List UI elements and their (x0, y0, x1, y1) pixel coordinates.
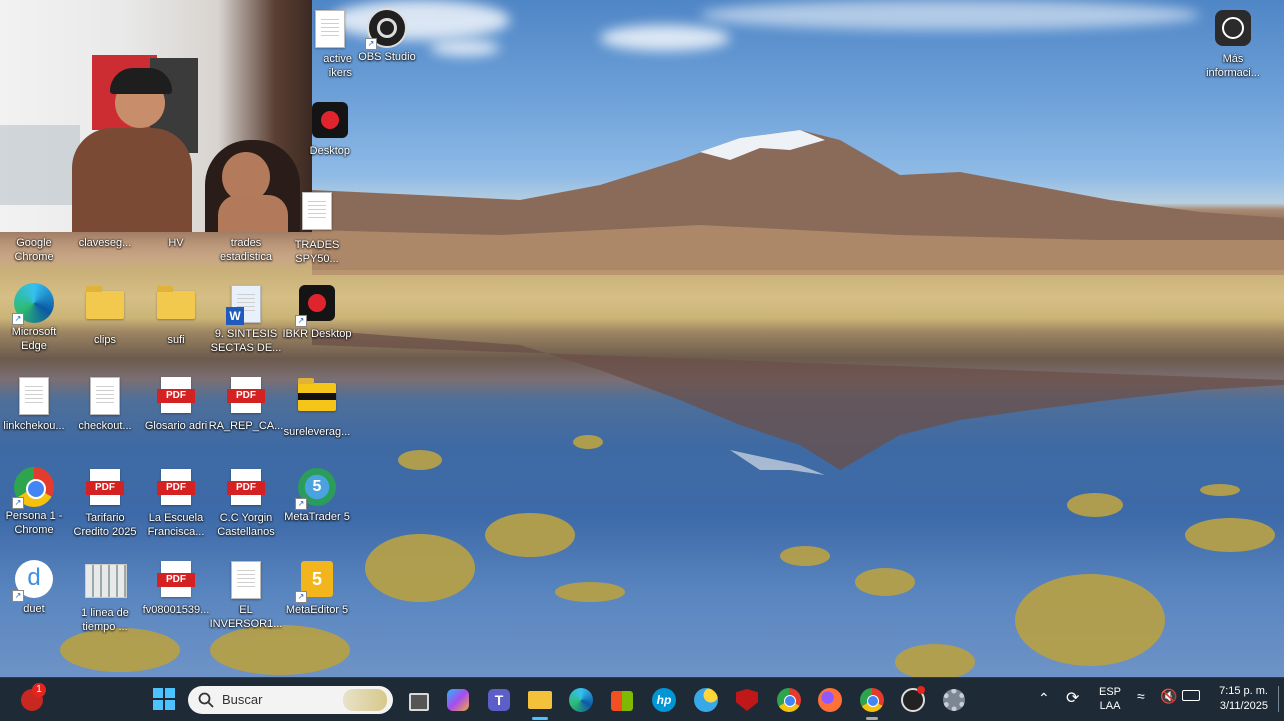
metatrader-icon: 5 ↗ (295, 468, 337, 510)
chrome-profile-icon: ↗ (12, 467, 54, 509)
copilot-icon[interactable] (444, 686, 472, 714)
desktop-icon-persona-1-chrome[interactable]: ↗ Persona 1 - Chrome (0, 467, 72, 537)
desktop-icon-metatrader-5[interactable]: 5 ↗ MetaTrader 5 (279, 467, 355, 524)
settings-icon[interactable] (940, 686, 968, 714)
desktop-icon-metaeditor-5[interactable]: 5 ↗ MetaEditor 5 (279, 559, 355, 617)
metaeditor-icon: 5 ↗ (295, 561, 337, 603)
desktop-icon-trades-estadistica[interactable]: trades estadistica (208, 198, 284, 264)
desktop-icon-tarifario-credito[interactable]: PDF Tarifario Credito 2025 (67, 467, 143, 539)
volume-muted-icon[interactable]: 🔇 (1160, 688, 1177, 705)
document-icon (297, 192, 337, 232)
time-label: 7:15 p. m. (1219, 685, 1268, 697)
edge-icon[interactable] (567, 686, 595, 714)
document-icon (85, 377, 125, 417)
desktop-wallpaper: Google Chrome claveseg... HV trades esta… (0, 0, 1284, 677)
date-label: 3/11/2025 (1219, 700, 1268, 712)
search-icon (198, 692, 214, 708)
chrome-icon[interactable] (775, 686, 803, 714)
ibkr-icon (310, 102, 350, 142)
ibkr-icon: ↗ (295, 285, 337, 327)
search-highlight-image (343, 689, 387, 711)
desktop-icon-hv[interactable]: HV (138, 198, 214, 250)
obs-icon[interactable] (899, 686, 927, 714)
pdf-icon: PDF (226, 469, 266, 509)
search-box[interactable]: Buscar (188, 686, 393, 714)
wifi-icon[interactable]: ≈ (1137, 688, 1145, 704)
show-desktop-button[interactable] (1278, 686, 1279, 712)
notification-app-icon[interactable]: 1 (18, 683, 46, 714)
folder-icon (85, 286, 125, 331)
weather-icon[interactable] (692, 686, 720, 714)
desktop-icon-ibkr-desktop-top[interactable]: Desktop (292, 100, 368, 158)
desktop-icon-checkout[interactable]: checkout... (67, 375, 143, 433)
desktop-icon-trades-spy50[interactable]: TRADES SPY50... (279, 190, 355, 266)
document-icon (310, 10, 350, 50)
desktop-icon-claveseguridad[interactable]: claveseg... (67, 198, 143, 250)
folder-icon (156, 286, 196, 331)
chevron-up-icon[interactable]: ⌃ (1038, 690, 1050, 707)
desktop-icon-ra-rep-ca[interactable]: PDF RA_REP_CA... (208, 375, 284, 433)
desktop-icon-obs-studio[interactable]: ↗ OBS Studio (349, 8, 425, 64)
spotlight-icon (1213, 10, 1253, 50)
start-icon[interactable] (151, 686, 179, 714)
teams-icon[interactable]: T (485, 686, 513, 714)
desktop-icon-cc-yorgin[interactable]: PDF C.C Yorgin Castellanos (208, 467, 284, 539)
search-placeholder: Buscar (222, 692, 263, 707)
folder-icon (297, 378, 337, 423)
document-icon (14, 377, 54, 417)
edge-icon: ↗ (12, 283, 54, 325)
pdf-icon: PDF (156, 377, 196, 417)
desktop-icon-ibkr-desktop[interactable]: ↗ IBKR Desktop (279, 283, 355, 341)
sync-icon[interactable]: ⟳ (1066, 688, 1079, 708)
store-icon[interactable] (608, 686, 636, 714)
notification-badge: 1 (32, 683, 46, 697)
battery-icon[interactable] (1182, 690, 1200, 701)
pdf-icon: PDF (156, 561, 196, 601)
document-icon (226, 561, 266, 601)
duet-icon: d ↗ (12, 560, 54, 602)
desktop-icon-duet[interactable]: d ↗ duet (0, 559, 72, 616)
pdf-icon: PDF (156, 469, 196, 509)
desktop-icon-sufi[interactable]: sufi (138, 283, 214, 347)
pdf-icon: PDF (226, 377, 266, 417)
file-explorer-icon[interactable] (526, 686, 554, 720)
desktop-icon-microsoft-edge[interactable]: ↗ Microsoft Edge (0, 283, 72, 353)
image-icon (85, 564, 127, 604)
word-icon: W (226, 285, 266, 325)
pdf-icon: PDF (85, 469, 125, 509)
desktop-icon-google-chrome[interactable]: Google Chrome (0, 198, 72, 264)
obs-icon: ↗ (365, 8, 407, 50)
language-indicator[interactable]: ESP LAA (1099, 685, 1121, 713)
mcafee-icon[interactable] (733, 686, 761, 714)
clock[interactable]: 7:15 p. m. 3/11/2025 (1206, 684, 1268, 714)
hp-icon[interactable]: hp (650, 686, 678, 714)
desktop-icon-linea-de-tiempo[interactable]: 1 linea de tiempo ... (67, 559, 143, 634)
desktop-icon-sintesis-sectas[interactable]: W 9. SINTESIS SECTAS DE... (208, 283, 284, 355)
desktop-icon-sureleverage[interactable]: sureleverag... (279, 375, 355, 439)
desktop-icon-glosario-adri[interactable]: PDF Glosario adri (138, 375, 214, 433)
chrome-profile-icon[interactable] (858, 686, 886, 720)
desktop-icon-el-inversor[interactable]: EL INVERSOR1... (208, 559, 284, 631)
desktop-icon-fv08001539[interactable]: PDF fv08001539... (138, 559, 214, 617)
firefox-icon[interactable] (816, 686, 844, 714)
desktop-icon-clips[interactable]: clips (67, 283, 143, 347)
taskbar: 1 Buscar T hp ⌃ ⟳ ESP LAA ≈ 🔇 7:15 p. m.… (0, 677, 1284, 721)
task-view-icon[interactable] (404, 686, 432, 714)
desktop-icon-mas-informacion[interactable]: Más informaci... (1195, 8, 1271, 80)
desktop-icon-linkchekou[interactable]: linkchekou... (0, 375, 72, 433)
desktop-icon-la-escuela[interactable]: PDF La Escuela Francisca... (138, 467, 214, 539)
